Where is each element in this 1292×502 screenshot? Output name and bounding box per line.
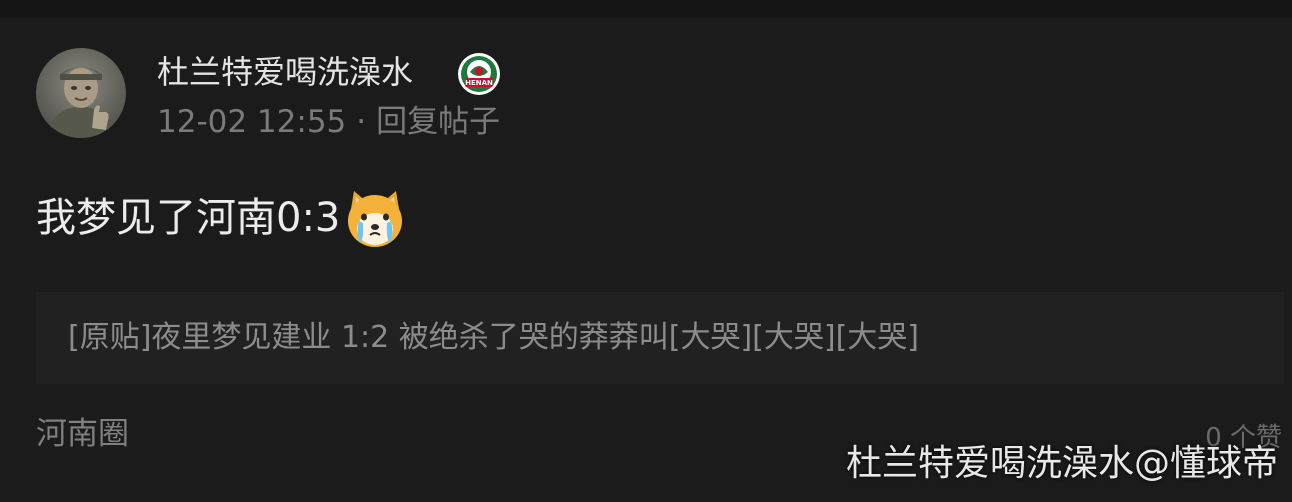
circle-tag-link[interactable]: 河南圈	[36, 414, 129, 454]
watermark: 杜兰特爱喝洗澡水@懂球帝	[845, 443, 1278, 484]
comment-card: 杜兰特爱喝洗澡水 HENAN 12-02 12:55 · 回复帖子 我梦见了河南0:…	[0, 0, 1292, 502]
timestamp: 12-02 12:55	[157, 104, 347, 140]
meta-separator: ·	[356, 104, 367, 140]
username[interactable]: 杜兰特爱喝洗澡水	[157, 52, 413, 92]
avatar[interactable]	[36, 48, 126, 138]
svg-text:HENAN: HENAN	[465, 79, 493, 87]
post-meta: 12-02 12:55 · 回复帖子	[157, 102, 500, 142]
reply-post-link[interactable]: 回复帖子	[376, 104, 500, 140]
post-content: 我梦见了河南0:3	[36, 190, 408, 247]
post-text: 我梦见了河南0:3	[36, 195, 341, 241]
top-divider	[0, 0, 1292, 18]
crying-dog-emoji-icon	[348, 191, 403, 247]
quoted-post[interactable]: [原贴]夜里梦见建业 1:2 被绝杀了哭的莽莽叫[大哭][大哭][大哭]	[36, 292, 1284, 384]
henan-team-badge-icon[interactable]: HENAN	[457, 52, 501, 96]
quoted-post-text: [原贴]夜里梦见建业 1:2 被绝杀了哭的莽莽叫[大哭][大哭][大哭]	[68, 320, 919, 355]
